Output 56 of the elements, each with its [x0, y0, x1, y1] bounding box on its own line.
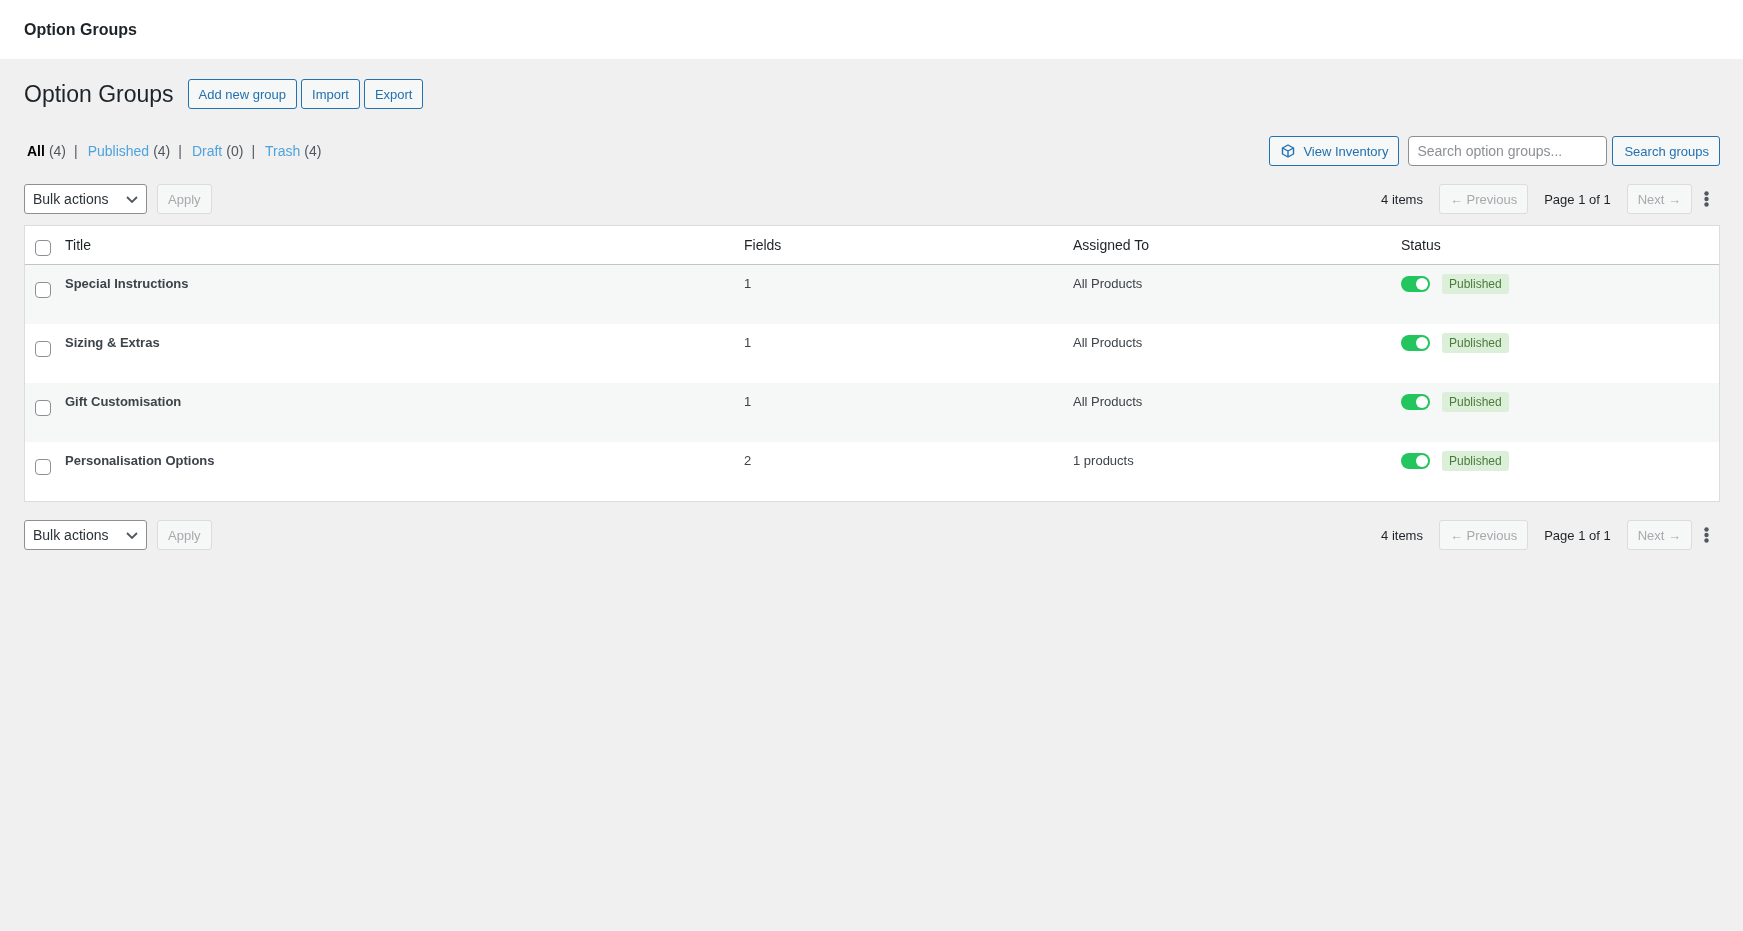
- search-field[interactable]: Search option groups...: [1408, 136, 1608, 166]
- status-badge: Published: [1442, 274, 1509, 294]
- assignment-text: 1 products: [1073, 452, 1135, 470]
- page-indicator: Page 1 of 1: [1544, 191, 1611, 207]
- group-title[interactable]: Personalisation Options: [65, 452, 744, 470]
- more-options-icon[interactable]: [1704, 527, 1709, 543]
- status-badge: Published: [1442, 333, 1509, 353]
- header-action-button[interactable]: Export: [363, 79, 424, 109]
- column-heading: Status: [1401, 237, 1442, 253]
- caret-icon: [126, 195, 138, 203]
- toggle-switch[interactable]: [1401, 453, 1430, 469]
- filter-separator: |: [251, 143, 256, 159]
- cube-icon: [1281, 144, 1296, 158]
- select-all-checkbox[interactable]: [35, 239, 51, 256]
- column-heading: Title: [65, 237, 92, 253]
- page-heading: Option Groups: [24, 80, 174, 108]
- filter-count: (4): [48, 143, 66, 159]
- row-checkbox[interactable]: [35, 282, 51, 298]
- more-options-icon[interactable]: [1704, 191, 1709, 207]
- filter-count: (0): [226, 143, 244, 159]
- field-count: 1: [744, 275, 753, 293]
- field-count: 2: [744, 452, 753, 470]
- assignment-text: All Products: [1073, 275, 1144, 293]
- row-checkbox[interactable]: [35, 400, 51, 416]
- bulk-actions-select[interactable]: Bulk actions: [24, 184, 147, 214]
- page-indicator: Page 1 of 1: [1544, 527, 1611, 543]
- toggle-switch[interactable]: [1401, 394, 1430, 410]
- column-heading: Assigned To: [1073, 237, 1150, 253]
- header-action-button[interactable]: Import: [301, 79, 360, 109]
- assignment-text: All Products: [1073, 393, 1144, 411]
- filter-separator: |: [178, 143, 182, 159]
- group-title[interactable]: Sizing & Extras: [65, 334, 744, 352]
- caret-icon: [126, 531, 138, 539]
- top-bar-title: Option Groups: [24, 20, 137, 39]
- search-button[interactable]: Search groups: [1612, 136, 1720, 166]
- field-count: 1: [744, 334, 753, 352]
- filter-separator: |: [74, 143, 78, 159]
- item-count: 4 items: [1381, 527, 1423, 543]
- filter-count: (4): [304, 143, 322, 159]
- group-title[interactable]: Special Instructions: [65, 275, 744, 293]
- item-count: 4 items: [1381, 191, 1423, 207]
- field-count: 1: [744, 393, 753, 411]
- status-badge: Published: [1442, 392, 1509, 412]
- view-inventory-button[interactable]: View Inventory: [1269, 136, 1400, 166]
- filter-link[interactable]: All: [27, 143, 45, 159]
- status-badge: Published: [1442, 451, 1509, 471]
- group-title[interactable]: Gift Customisation: [65, 393, 744, 411]
- header-action-button[interactable]: Add new group: [187, 79, 298, 109]
- column-heading: Fields: [744, 237, 783, 253]
- toggle-switch[interactable]: [1401, 276, 1430, 292]
- toggle-switch[interactable]: [1401, 335, 1430, 351]
- row-checkbox[interactable]: [35, 459, 51, 475]
- row-checkbox[interactable]: [35, 341, 51, 357]
- bulk-actions-select[interactable]: Bulk actions: [24, 520, 147, 550]
- filter-count: (4): [153, 143, 171, 159]
- assignment-text: All Products: [1073, 334, 1144, 352]
